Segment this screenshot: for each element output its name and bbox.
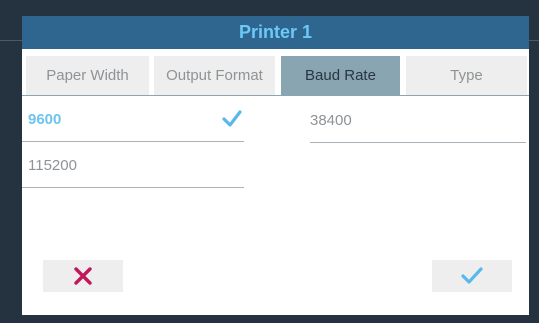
- tab-type[interactable]: Type: [406, 56, 527, 95]
- option-label: 115200: [28, 157, 77, 174]
- close-icon: [74, 267, 92, 285]
- option-9600[interactable]: 9600: [22, 98, 244, 142]
- tab-label: Output Format: [166, 67, 263, 84]
- option-115200[interactable]: 115200: [22, 144, 244, 188]
- tab-output-format[interactable]: Output Format: [154, 56, 275, 95]
- tab-label: Paper Width: [46, 67, 129, 84]
- dialog-title-bar: Printer 1: [22, 16, 529, 49]
- tab-paper-width[interactable]: Paper Width: [26, 56, 149, 95]
- tab-label: Type: [450, 67, 483, 84]
- option-38400[interactable]: 38400: [310, 98, 526, 143]
- cancel-button[interactable]: [43, 260, 123, 292]
- confirm-button[interactable]: [432, 260, 512, 292]
- selected-check-icon: [222, 110, 242, 127]
- option-label: 38400: [310, 111, 352, 129]
- dialog-title: Printer 1: [238, 22, 313, 42]
- printer-dialog: Printer 1 Paper Width Output Format Baud…: [22, 16, 529, 315]
- option-label: 9600: [28, 111, 62, 128]
- tab-label: Baud Rate: [305, 67, 376, 84]
- check-icon: [461, 267, 483, 284]
- tab-bar: Paper Width Output Format Baud Rate Type: [22, 56, 529, 96]
- tab-baud-rate[interactable]: Baud Rate: [281, 56, 400, 95]
